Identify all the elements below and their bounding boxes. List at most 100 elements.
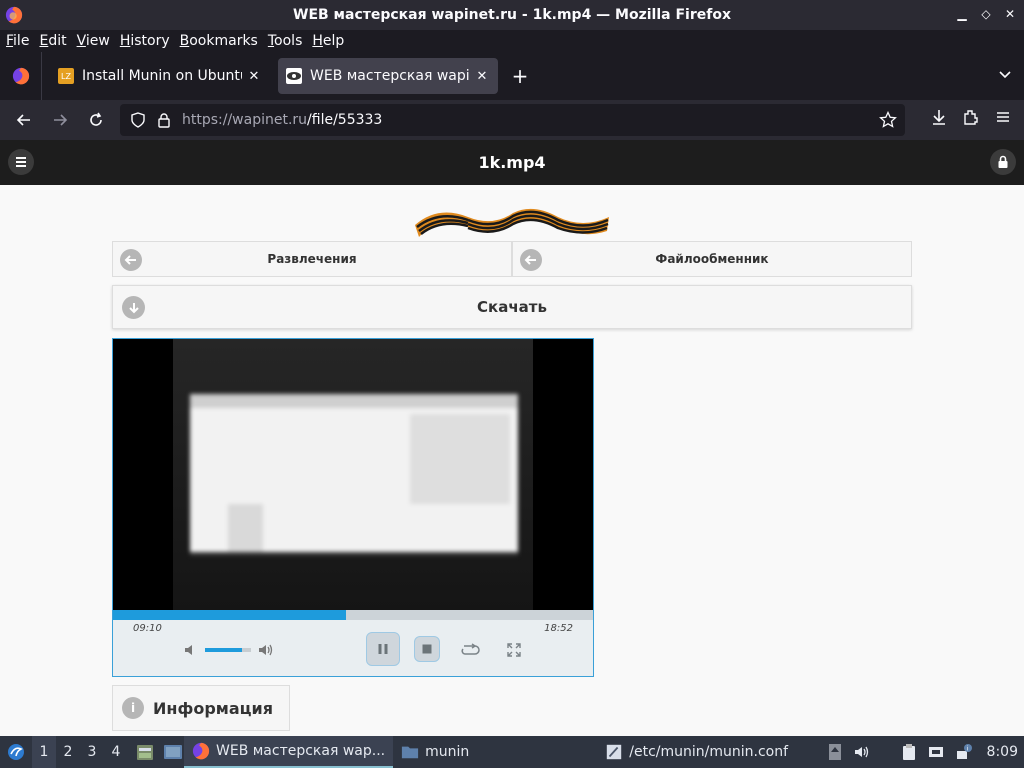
workspace-3[interactable]: 3 xyxy=(80,736,104,768)
arrow-left-icon xyxy=(16,114,30,126)
list-all-tabs-button[interactable] xyxy=(998,68,1012,86)
tab-install-munin[interactable]: LZ Install Munin on Ubuntu ✕ xyxy=(50,58,270,94)
firefox-view-button[interactable] xyxy=(0,52,42,100)
page-header: 1k.mp4 xyxy=(0,140,1024,185)
workspace-2[interactable]: 2 xyxy=(56,736,80,768)
window-controls: ▁ ◇ ✕ xyxy=(954,6,1018,22)
seek-bar[interactable] xyxy=(113,610,593,620)
information-label: Информация xyxy=(153,698,273,718)
hamburger-menu-icon xyxy=(16,157,26,167)
site-menu-button[interactable] xyxy=(8,149,34,175)
task-label: /etc/munin/munin.conf xyxy=(629,744,789,760)
task-label: munin xyxy=(425,744,470,760)
fullscreen-icon[interactable] xyxy=(506,642,522,658)
minimize-icon[interactable]: ▁ xyxy=(954,6,970,22)
page-title: 1k.mp4 xyxy=(478,153,546,172)
video-frame[interactable] xyxy=(113,339,593,610)
window-title: WEB мастерская wapinet.ru - 1k.mp4 — Moz… xyxy=(293,7,731,23)
chevron-down-icon xyxy=(999,71,1011,79)
url-host: https://wapinet.ru xyxy=(182,112,308,128)
close-icon[interactable]: ✕ xyxy=(474,69,490,84)
menu-bookmarks[interactable]: Bookmarks xyxy=(180,33,264,49)
start-menu-button[interactable] xyxy=(0,736,32,768)
menu-file[interactable]: File xyxy=(6,33,35,49)
pause-icon xyxy=(378,644,388,654)
site-login-button[interactable] xyxy=(990,149,1016,175)
firefox-icon xyxy=(5,6,23,24)
url-text[interactable]: https://wapinet.ru/file/55333 xyxy=(182,112,382,128)
lxqt-logo-icon xyxy=(8,744,24,760)
bookmark-star-icon[interactable] xyxy=(879,111,897,129)
extensions-icon[interactable] xyxy=(962,108,980,126)
back-button[interactable] xyxy=(12,108,36,132)
video-player: 09:10 18:52 xyxy=(112,338,594,677)
toolbar-right xyxy=(930,108,1012,126)
entertainment-button[interactable]: Развлечения xyxy=(112,241,512,277)
taskbar-task-munin[interactable]: munin xyxy=(393,736,477,768)
folder-icon xyxy=(402,746,419,759)
show-desktop-icon[interactable] xyxy=(162,741,184,763)
reload-button[interactable] xyxy=(84,108,108,132)
arrow-down-icon xyxy=(122,296,145,319)
repeat-icon[interactable] xyxy=(460,643,480,657)
close-icon[interactable]: ✕ xyxy=(246,69,262,84)
seek-bar-played xyxy=(113,610,347,620)
update-icon[interactable] xyxy=(827,743,843,761)
close-icon[interactable]: ✕ xyxy=(1002,6,1018,22)
window-titlebar: WEB мастерская wapinet.ru - 1k.mp4 — Moz… xyxy=(0,0,1024,30)
st-george-ribbon-logo xyxy=(415,208,609,237)
new-tab-button[interactable]: + xyxy=(510,64,530,88)
pause-button[interactable] xyxy=(366,632,400,666)
taskbar-task-firefox[interactable]: WEB мастерская wap... xyxy=(184,736,394,768)
clipboard-icon[interactable] xyxy=(901,743,917,761)
volume-slider[interactable] xyxy=(205,648,251,652)
volume-icon[interactable] xyxy=(853,743,871,761)
notification-icon[interactable]: i xyxy=(955,743,973,761)
taskbar: 1234 WEB мастерская wap... munin /etc/mu… xyxy=(0,736,1024,768)
workspace-4[interactable]: 4 xyxy=(104,736,128,768)
task-label: WEB мастерская wap... xyxy=(216,743,386,759)
shield-icon[interactable] xyxy=(130,112,146,128)
hamburger-menu-icon[interactable] xyxy=(994,108,1012,126)
menu-help[interactable]: Help xyxy=(312,33,350,49)
forward-button[interactable] xyxy=(48,108,72,132)
download-button[interactable]: Скачать xyxy=(112,285,912,329)
arrow-left-icon xyxy=(120,249,142,271)
download-icon[interactable] xyxy=(930,108,948,126)
firefox-icon xyxy=(192,742,210,760)
text-editor-icon xyxy=(607,744,622,760)
menu-view[interactable]: View xyxy=(77,33,116,49)
file-exchange-button[interactable]: Файлообменник xyxy=(512,241,912,277)
volume-level xyxy=(205,648,242,652)
firefox-icon xyxy=(12,67,29,85)
info-icon: i xyxy=(122,697,144,719)
menu-history[interactable]: History xyxy=(120,33,176,49)
network-icon[interactable] xyxy=(927,743,945,761)
taskbar-task-munin-conf[interactable]: /etc/munin/munin.conf xyxy=(597,736,796,768)
lock-icon[interactable] xyxy=(156,112,172,128)
tab-bar: LZ Install Munin on Ubuntu ✕ WEB мастерс… xyxy=(0,52,1024,100)
system-tray: i 8:09 xyxy=(827,736,1024,768)
menu-edit[interactable]: Edit xyxy=(39,33,72,49)
menu-tools[interactable]: Tools xyxy=(268,33,309,49)
navigation-toolbar: https://wapinet.ru/file/55333 xyxy=(0,100,1024,140)
stop-button[interactable] xyxy=(414,636,440,662)
url-path: /file/55333 xyxy=(307,112,383,128)
file-manager-icon[interactable] xyxy=(134,741,156,763)
stop-icon xyxy=(422,644,432,654)
entertainment-button-label: Развлечения xyxy=(267,252,357,266)
current-time: 09:10 xyxy=(133,623,162,634)
clock[interactable]: 8:09 xyxy=(987,744,1018,760)
player-controls: 09:10 18:52 xyxy=(113,610,593,676)
category-buttons: Развлечения Файлообменник xyxy=(112,241,912,277)
arrow-right-icon xyxy=(54,114,68,126)
volume-max-icon[interactable] xyxy=(257,642,275,658)
tab-label: WEB мастерская wapinet xyxy=(310,68,470,84)
maximize-icon[interactable]: ◇ xyxy=(978,6,994,22)
workspace-1[interactable]: 1 xyxy=(32,736,56,768)
tab-wapinet[interactable]: WEB мастерская wapinet ✕ xyxy=(278,58,498,94)
url-bar[interactable]: https://wapinet.ru/file/55333 xyxy=(120,104,905,136)
video-content-blurred-screen xyxy=(190,394,518,556)
volume-mute-icon[interactable] xyxy=(183,642,199,658)
information-button[interactable]: i Информация xyxy=(112,685,290,731)
